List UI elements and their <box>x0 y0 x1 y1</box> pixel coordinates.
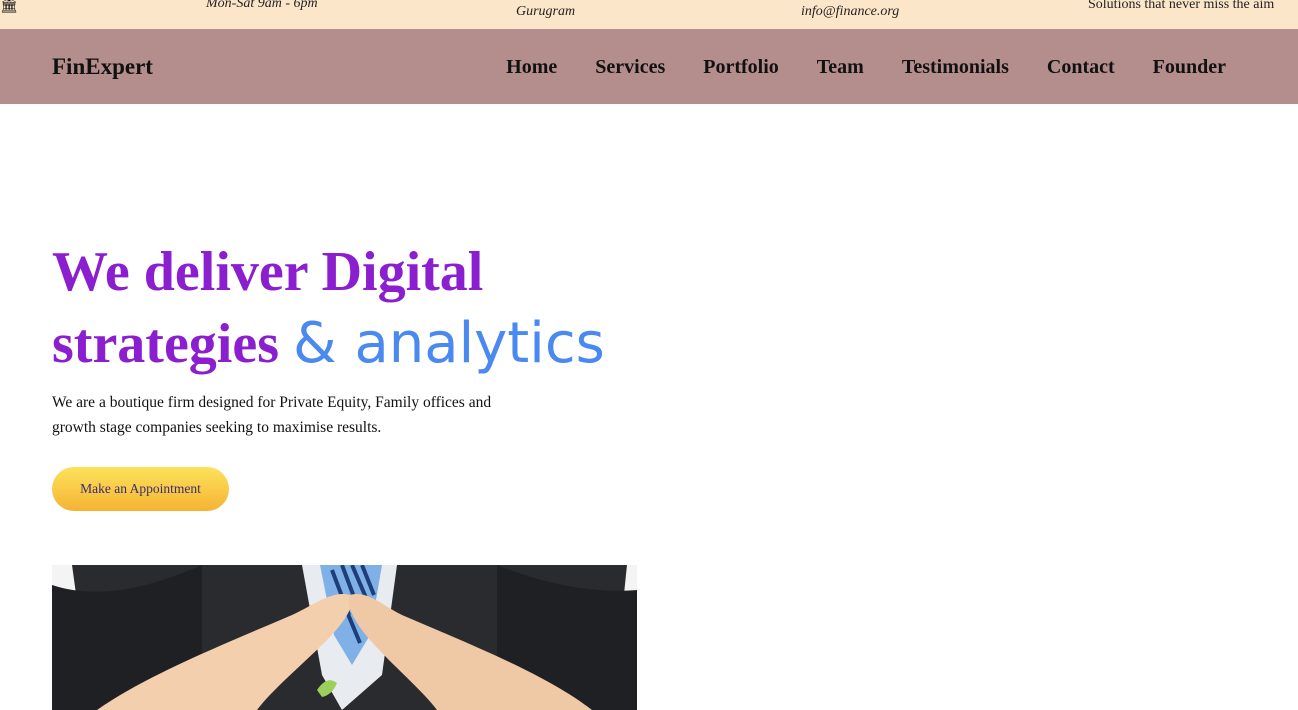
top-info-bar: 🏛 Mon-Sat 9am - 6pm Gurugram info@financ… <box>0 0 1298 29</box>
hero-image <box>52 565 637 710</box>
nav-link-portfolio[interactable]: Portfolio <box>703 56 779 79</box>
nav-link-contact[interactable]: Contact <box>1047 56 1115 79</box>
nav-link-team[interactable]: Team <box>817 56 864 79</box>
business-hands-illustration <box>52 565 637 710</box>
nav-link-testimonials[interactable]: Testimonials <box>902 56 1009 79</box>
email-text[interactable]: info@finance.org <box>801 4 899 20</box>
bank-icon: 🏛 <box>0 0 18 14</box>
business-hours: Mon-Sat 9am - 6pm <box>206 0 318 11</box>
nav-link-founder[interactable]: Founder <box>1153 56 1226 79</box>
address-text: Gurugram <box>516 4 576 19</box>
tagline: Solutions that never miss the aim <box>1088 0 1275 12</box>
brand-logo[interactable]: FinExpert <box>52 54 153 80</box>
hero-title-accent: & analytics <box>293 311 605 376</box>
nav-links: Home Services Portfolio Team Testimonial… <box>506 56 1226 79</box>
hero-title: We deliver Digital strategies & analytic… <box>52 236 702 380</box>
main-navbar: FinExpert Home Services Portfolio Team T… <box>0 29 1298 104</box>
hero-description: We are a boutique firm designed for Priv… <box>52 394 492 436</box>
nav-link-home[interactable]: Home <box>506 56 557 79</box>
make-appointment-button[interactable]: Make an Appointment <box>52 467 229 511</box>
nav-link-services[interactable]: Services <box>595 56 665 79</box>
